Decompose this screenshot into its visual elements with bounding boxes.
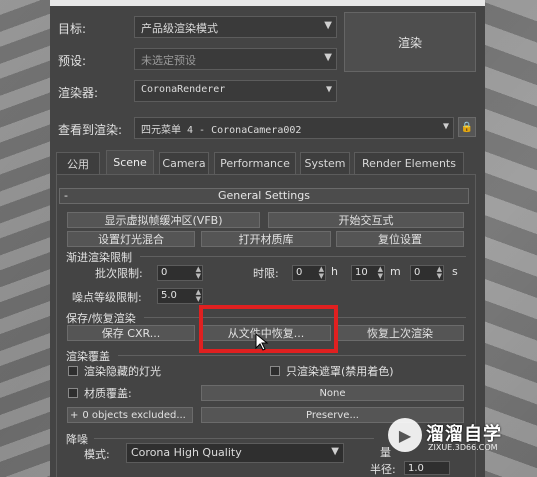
divider [94, 438, 374, 439]
chevron-down-icon: ▼ [325, 84, 332, 95]
view-to-render-label: 查看到渲染: [58, 123, 123, 137]
target-dropdown[interactable]: 产品级渲染模式 ▼ [134, 16, 337, 38]
viewport-geometry-right [477, 0, 537, 477]
spinner-arrows-icon: ▲ ▼ [436, 265, 442, 280]
excluded-objects-label: 0 objects excluded... [82, 409, 186, 421]
progressive-limits-title: 渐进渲染限制 [66, 251, 132, 264]
denoise-radius-spinner[interactable]: 1.0 [404, 461, 450, 475]
divider [118, 355, 466, 356]
collapse-icon: - [64, 189, 68, 202]
show-vfb-button[interactable]: 显示虚拟帧缓冲区(VFB) [67, 212, 260, 228]
seconds-value: 0 [414, 267, 421, 278]
lock-icon: 🔒 [460, 121, 474, 133]
tab-camera[interactable]: Camera [159, 152, 209, 174]
render-hidden-lights-label: 渲染隐藏的灯光 [84, 365, 161, 378]
view-to-render-value: 四元菜单 4 - CoronaCamera002 [141, 125, 302, 136]
lock-view-button[interactable]: 🔒 [458, 117, 476, 137]
pass-limit-spinner[interactable]: 0 ▲ ▼ [157, 265, 203, 281]
preset-value: 未选定预设 [141, 54, 196, 67]
tab-system[interactable]: System [300, 152, 350, 174]
minutes-spinner[interactable]: 10 ▲ ▼ [351, 265, 385, 281]
spinner-arrows-icon: ▲ ▼ [195, 288, 201, 303]
divider [140, 256, 466, 257]
minutes-unit: m [390, 265, 401, 278]
target-value: 产品级渲染模式 [141, 22, 218, 35]
target-label: 目标: [58, 22, 87, 36]
preset-label: 预设: [58, 54, 87, 68]
renderer-dropdown[interactable]: CoronaRenderer ▼ [134, 80, 337, 102]
plus-icon: + [70, 409, 79, 421]
chevron-down-icon: ▼ [331, 446, 339, 457]
seconds-spinner[interactable]: 0 ▲ ▼ [410, 265, 444, 281]
time-limit-label: 时限: [253, 267, 279, 280]
denoise-mode-value: Corona High Quality [131, 446, 242, 459]
hours-spinner[interactable]: 0 ▲ ▼ [292, 265, 326, 281]
seconds-unit: s [452, 265, 458, 278]
material-override-button[interactable]: None [201, 385, 464, 401]
watermark-logo-icon: ▶ [388, 418, 422, 452]
pass-limit-label: 批次限制: [95, 267, 143, 280]
general-settings-title: General Settings [218, 189, 310, 202]
hours-unit: h [331, 265, 338, 278]
spinner-arrows-icon: ▲ ▼ [318, 265, 324, 280]
chevron-down-icon: ▼ [324, 20, 332, 31]
render-hidden-lights-checkbox[interactable] [68, 366, 78, 376]
denoise-radius-value: 1.0 [408, 463, 424, 474]
reset-settings-button[interactable]: 复位设置 [336, 231, 464, 247]
tab-render-elements[interactable]: Render Elements [354, 152, 464, 174]
material-override-checkbox[interactable] [68, 388, 78, 398]
start-interactive-button[interactable]: 开始交互式 [268, 212, 464, 228]
render-override-title: 渲染覆盖 [66, 350, 110, 363]
denoise-title: 降噪 [66, 433, 88, 446]
spinner-arrows-icon: ▲ ▼ [195, 265, 201, 280]
minutes-value: 10 [355, 267, 368, 278]
noise-limit-spinner[interactable]: 5.0 ▲ ▼ [157, 288, 203, 304]
tab-common[interactable]: 公用 [56, 152, 100, 174]
mask-only-label: 只渲染遮罩(禁用着色) [286, 365, 394, 378]
material-override-label: 材质覆盖: [84, 387, 132, 400]
mouse-cursor-icon [255, 333, 269, 351]
mask-only-checkbox[interactable] [270, 366, 280, 376]
render-button[interactable]: 渲染 [344, 12, 476, 72]
preserve-button[interactable]: Preserve... [201, 407, 464, 423]
save-restore-title: 保存/恢复渲染 [66, 312, 136, 325]
denoise-amount-label: 量 [380, 446, 391, 459]
noise-limit-label: 噪点等级限制: [72, 291, 142, 304]
spinner-arrows-icon: ▲ ▼ [377, 265, 383, 280]
resume-last-render-button[interactable]: 恢复上次渲染 [336, 325, 464, 341]
lightmix-button[interactable]: 设置灯光混合 [67, 231, 195, 247]
save-cxr-button[interactable]: 保存 CXR... [67, 325, 195, 341]
viewport-geometry-left [0, 0, 50, 477]
pass-limit-value: 0 [161, 267, 168, 278]
excluded-objects-button[interactable]: + 0 objects excluded... [67, 407, 193, 423]
tab-performance[interactable]: Performance [214, 152, 296, 174]
denoise-mode-label: 模式: [84, 448, 110, 461]
material-library-button[interactable]: 打开材质库 [201, 231, 331, 247]
renderer-value: CoronaRenderer [141, 84, 226, 95]
view-to-render-dropdown[interactable]: 四元菜单 4 - CoronaCamera002 ▼ [134, 117, 454, 139]
tab-scene[interactable]: Scene [106, 150, 154, 174]
denoise-radius-label: 半径: [370, 463, 396, 476]
chevron-down-icon: ▼ [324, 52, 332, 63]
preset-dropdown[interactable]: 未选定预设 ▼ [134, 48, 337, 70]
noise-limit-value: 5.0 [161, 290, 177, 301]
general-settings-rollout-header[interactable]: - General Settings [59, 188, 469, 204]
watermark-url: ZIXUE.3D66.COM [428, 443, 498, 452]
hours-value: 0 [296, 267, 303, 278]
renderer-label: 渲染器: [58, 86, 99, 100]
chevron-down-icon: ▼ [442, 121, 449, 132]
denoise-mode-dropdown[interactable]: Corona High Quality ▼ [126, 443, 344, 463]
